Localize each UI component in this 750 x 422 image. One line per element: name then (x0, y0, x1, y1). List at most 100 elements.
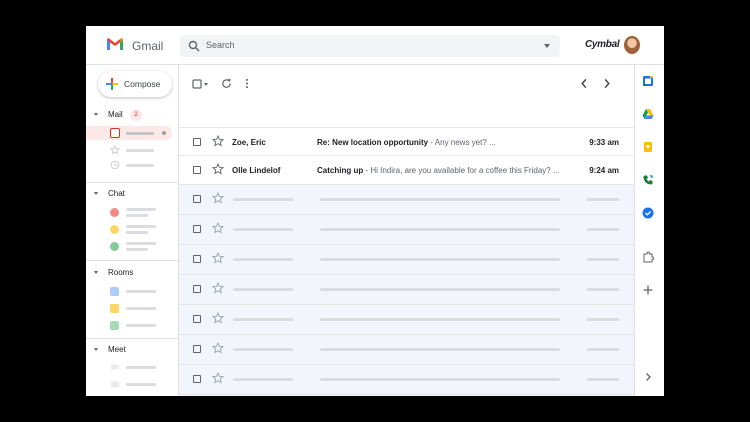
addons-icon[interactable] (642, 251, 654, 263)
star-icon[interactable] (212, 135, 224, 147)
row-checkbox[interactable] (193, 315, 201, 323)
chat-name-placeholder (126, 242, 156, 245)
placeholder-row[interactable] (179, 395, 634, 396)
video-icon[interactable] (110, 362, 120, 372)
gmail-logo-icon[interactable] (106, 37, 124, 51)
chat-avatar[interactable] (110, 225, 119, 234)
message-list: Zoe, Eric Re: New location opportunity -… (179, 65, 634, 396)
placeholder-row[interactable] (179, 275, 634, 305)
message-subject-line: Catching up - Hi Indira, are you availab… (317, 166, 560, 175)
message-snippet: - Any news yet? ... (428, 138, 496, 147)
keyboard-icon[interactable] (110, 379, 120, 389)
star-icon[interactable] (212, 222, 224, 234)
star-icon[interactable] (212, 312, 224, 324)
chat-avatar[interactable] (110, 242, 119, 251)
avatar[interactable] (624, 36, 640, 54)
sender-placeholder (233, 318, 293, 321)
row-checkbox[interactable] (193, 255, 201, 263)
tasks-icon[interactable] (642, 207, 654, 219)
message-row[interactable]: Zoe, Eric Re: New location opportunity -… (179, 127, 634, 156)
time-placeholder (587, 318, 619, 321)
rooms-collapse-icon[interactable] (94, 271, 98, 274)
drive-icon[interactable] (642, 108, 654, 120)
section-mail[interactable]: Mail (108, 110, 123, 119)
room-name-placeholder (126, 307, 156, 310)
message-time: 9:24 am (589, 166, 619, 175)
star-icon[interactable] (212, 342, 224, 354)
subject-placeholder (320, 378, 560, 381)
chat-name-placeholder (126, 248, 148, 251)
time-placeholder (587, 198, 619, 201)
room-icon[interactable] (110, 304, 119, 313)
room-icon[interactable] (110, 287, 119, 296)
voice-icon[interactable] (642, 174, 654, 186)
sender-placeholder (233, 348, 293, 351)
star-icon[interactable] (212, 192, 224, 204)
meet-collapse-icon[interactable] (94, 348, 98, 351)
star-icon[interactable] (212, 372, 224, 384)
compose-button[interactable]: Compose (98, 71, 172, 97)
placeholder-row[interactable] (179, 185, 634, 215)
inbox-label-placeholder (126, 132, 154, 135)
star-icon[interactable] (110, 145, 120, 155)
room-name-placeholder (126, 290, 156, 293)
select-all-checkbox-icon[interactable] (192, 79, 202, 89)
row-checkbox[interactable] (193, 375, 201, 383)
placeholder-row[interactable] (179, 245, 634, 275)
message-subject: Catching up (317, 166, 364, 175)
room-icon[interactable] (110, 321, 119, 330)
subject-placeholder (320, 258, 560, 261)
search-bar[interactable]: Search (180, 35, 560, 57)
message-subject-line: Re: New location opportunity - Any news … (317, 138, 496, 147)
search-options-icon[interactable] (544, 44, 550, 48)
select-caret-icon[interactable] (204, 83, 208, 86)
unread-badge: 2 (130, 109, 142, 121)
row-checkbox[interactable] (193, 225, 201, 233)
expand-panel-icon[interactable] (642, 371, 654, 383)
row-checkbox[interactable] (193, 345, 201, 353)
time-placeholder (587, 348, 619, 351)
search-input[interactable]: Search (206, 40, 235, 50)
subject-placeholder (320, 198, 560, 201)
sidebar: Compose Mail 2 Chat Rooms Meet (86, 65, 178, 396)
chevron-right-icon[interactable] (603, 78, 611, 89)
calendar-icon[interactable] (642, 75, 654, 87)
star-icon[interactable] (212, 252, 224, 264)
chat-name-placeholder (126, 208, 156, 211)
star-icon[interactable] (212, 163, 224, 175)
mail-collapse-icon[interactable] (94, 113, 98, 116)
row-checkbox[interactable] (193, 138, 201, 146)
chat-collapse-icon[interactable] (94, 192, 98, 195)
inbox-dot (162, 131, 166, 135)
app-name: Gmail (132, 39, 164, 53)
row-checkbox[interactable] (193, 195, 201, 203)
placeholder-row[interactable] (179, 335, 634, 365)
top-bar: Gmail Search Cymbal (86, 26, 664, 64)
section-divider (86, 260, 178, 261)
starred-label-placeholder (126, 149, 154, 152)
message-row[interactable]: Olle Lindelof Catching up - Hi Indira, a… (179, 156, 634, 185)
clock-icon[interactable] (110, 160, 120, 170)
more-vert-icon[interactable] (245, 78, 249, 89)
subject-placeholder (320, 318, 560, 321)
row-checkbox[interactable] (193, 166, 201, 174)
keep-icon[interactable] (642, 141, 654, 153)
chevron-left-icon[interactable] (580, 78, 588, 89)
placeholder-row[interactable] (179, 215, 634, 245)
section-rooms[interactable]: Rooms (108, 268, 133, 277)
subject-placeholder (320, 288, 560, 291)
chat-avatar[interactable] (110, 208, 119, 217)
rail-divider (634, 65, 635, 396)
plus-icon[interactable] (642, 284, 654, 296)
row-checkbox[interactable] (193, 285, 201, 293)
subject-placeholder (320, 348, 560, 351)
section-meet[interactable]: Meet (108, 345, 126, 354)
placeholder-row[interactable] (179, 365, 634, 395)
sender-placeholder (233, 288, 293, 291)
search-icon[interactable] (188, 40, 200, 52)
meet-label-placeholder (126, 366, 156, 369)
star-icon[interactable] (212, 282, 224, 294)
section-chat[interactable]: Chat (108, 189, 125, 198)
placeholder-row[interactable] (179, 305, 634, 335)
refresh-icon[interactable] (221, 78, 232, 89)
